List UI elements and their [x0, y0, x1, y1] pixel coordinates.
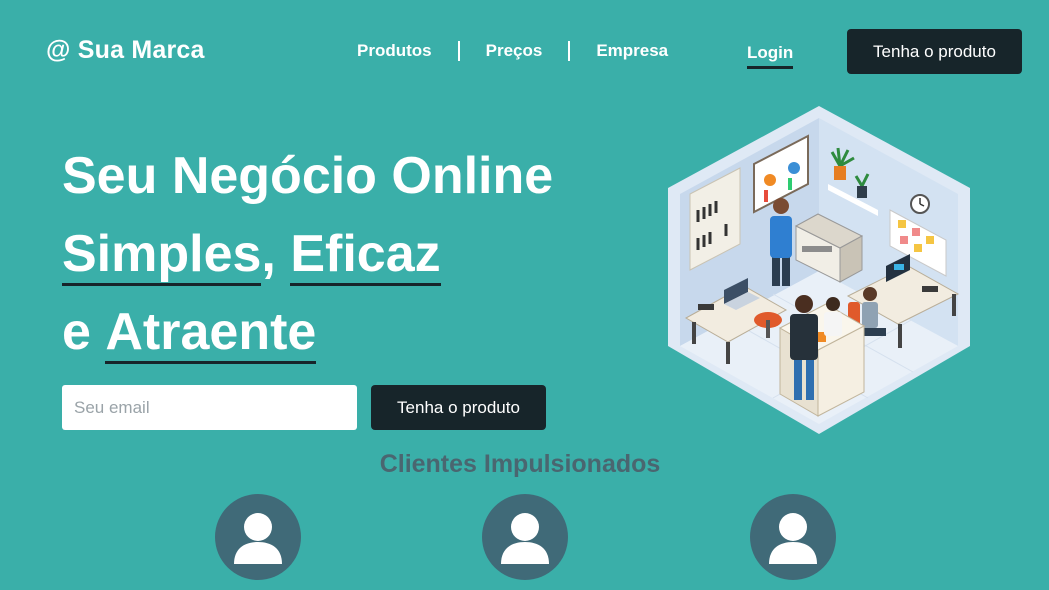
user-icon — [234, 513, 282, 564]
client-avatar — [750, 494, 836, 580]
nav-precos[interactable]: Preços — [486, 41, 543, 61]
nav-divider — [457, 41, 460, 61]
hero-headline: Seu Negócio Online Simples, Eficaz e Atr… — [62, 137, 553, 371]
office-illustration — [668, 106, 970, 434]
hero-word-eficaz: Eficaz — [290, 227, 441, 286]
brand-logo[interactable]: @ Sua Marca — [46, 36, 205, 65]
hero-connector: e — [62, 303, 91, 361]
hero-word-atraente: Atraente — [105, 305, 317, 364]
header-cta-button[interactable]: Tenha o produto — [847, 29, 1022, 74]
hero-cta-button[interactable]: Tenha o produto — [371, 385, 546, 430]
hero-comma: , — [261, 225, 276, 283]
user-icon — [769, 513, 817, 564]
hero-line-1: Seu Negócio Online — [62, 147, 554, 205]
email-input[interactable] — [62, 385, 357, 430]
client-avatar — [482, 494, 568, 580]
client-avatar — [215, 494, 301, 580]
login-link[interactable]: Login — [747, 43, 794, 69]
nav-produtos[interactable]: Produtos — [357, 41, 432, 61]
main-nav: Produtos Preços Empresa — [357, 41, 668, 61]
clients-section-title: Clientes Impulsionados — [379, 450, 661, 478]
hero-word-simples: Simples — [62, 227, 262, 286]
nav-divider — [568, 41, 571, 61]
nav-empresa[interactable]: Empresa — [596, 41, 668, 61]
user-icon — [501, 513, 549, 564]
